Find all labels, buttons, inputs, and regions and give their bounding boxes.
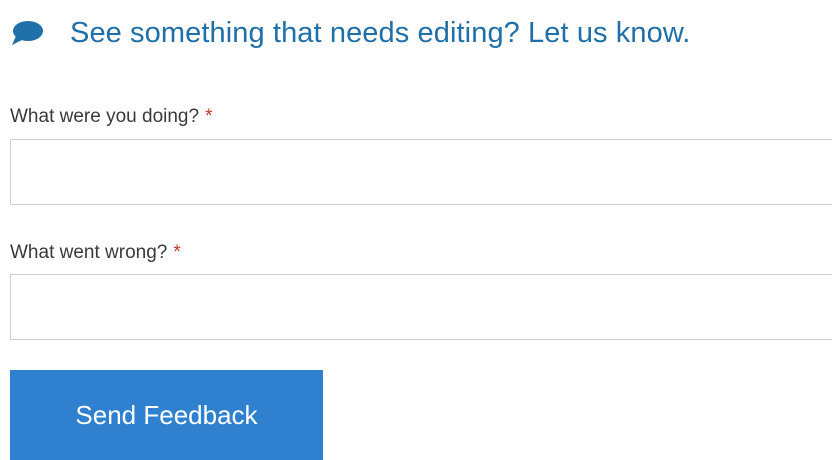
feedback-form-page: See something that needs editing? Let us…: [0, 0, 832, 460]
feedback-header: See something that needs editing? Let us…: [10, 12, 690, 54]
send-feedback-button[interactable]: Send Feedback: [10, 370, 323, 460]
required-mark: *: [205, 106, 213, 127]
speech-bubble-icon: [10, 19, 44, 47]
doing-label-text: What were you doing?: [10, 106, 200, 127]
required-mark: *: [173, 242, 181, 263]
doing-input[interactable]: [10, 139, 832, 205]
wrong-label-text: What went wrong?: [10, 242, 168, 263]
doing-label: What were you doing? *: [10, 106, 212, 128]
wrong-input[interactable]: [10, 274, 832, 340]
wrong-label: What went wrong? *: [10, 242, 181, 264]
feedback-title: See something that needs editing? Let us…: [70, 16, 691, 49]
